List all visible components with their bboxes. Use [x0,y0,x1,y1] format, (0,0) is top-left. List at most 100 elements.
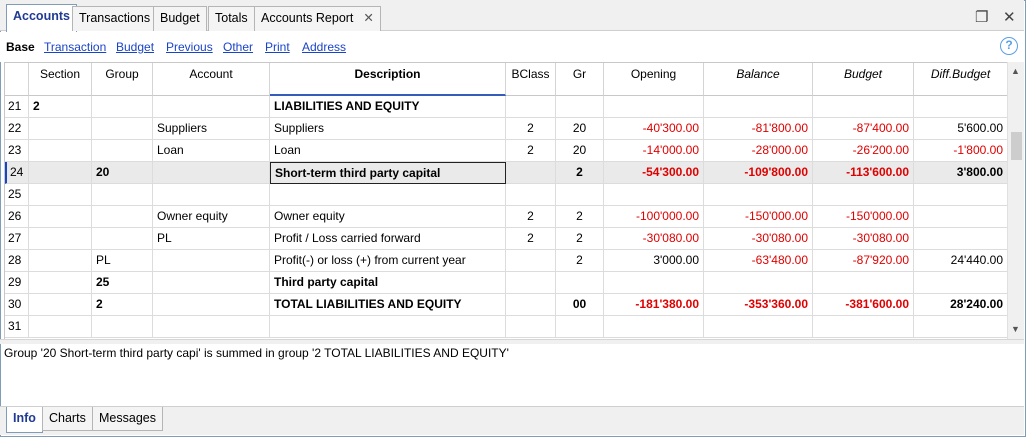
cell-opening[interactable]: -181'380.00 [604,294,704,316]
help-icon[interactable]: ? [1000,37,1018,55]
cell-desc[interactable]: Profit(-) or loss (+) from current year [270,250,506,272]
cell-section[interactable] [29,184,92,206]
cell-balance[interactable] [704,272,813,294]
cell-balance[interactable]: -353'360.00 [704,294,813,316]
cell-budget[interactable]: -150'000.00 [813,206,914,228]
cell-gr[interactable] [556,96,604,118]
cell-account[interactable] [153,162,270,184]
tab-messages[interactable]: Messages [92,407,163,431]
cell-bclass[interactable]: 2 [506,206,556,228]
cell-diff[interactable] [914,228,1007,250]
view-budget[interactable]: Budget [116,40,154,54]
cell-diff[interactable]: -1'800.00 [914,140,1007,162]
cell-group[interactable] [92,118,153,140]
cell-n[interactable]: 21 [5,96,29,118]
cell-desc[interactable]: Profit / Loss carried forward [270,228,506,250]
cell-section[interactable] [29,316,92,338]
cell-opening[interactable]: -40'300.00 [604,118,704,140]
cell-n[interactable]: 27 [5,228,29,250]
tab-charts[interactable]: Charts [42,407,93,431]
cell-budget[interactable]: -30'080.00 [813,228,914,250]
table-row[interactable]: 28 PL Profit(-) or loss (+) from current y… [5,250,1007,272]
cell-diff[interactable]: 28'240.00 [914,294,1007,316]
view-print[interactable]: Print [265,40,290,54]
cell-diff[interactable]: 5'600.00 [914,118,1007,140]
cell-balance[interactable] [704,316,813,338]
cell-account[interactable] [153,316,270,338]
column-header-opening[interactable]: Opening [604,63,704,96]
cell-budget[interactable] [813,272,914,294]
cell-balance[interactable]: -28'000.00 [704,140,813,162]
cell-account[interactable] [153,96,270,118]
scroll-thumb[interactable] [1011,132,1022,160]
cell-budget[interactable] [813,184,914,206]
cell-balance[interactable]: -109'800.00 [704,162,813,184]
table-row[interactable]: 21 2 LIABILITIES AND EQUITY [5,96,1007,118]
cell-bclass[interactable]: 2 [506,228,556,250]
view-transaction[interactable]: Transaction [44,40,106,54]
column-header-balance[interactable]: Balance [704,63,813,96]
cell-account[interactable] [153,272,270,294]
cell-diff[interactable] [914,96,1007,118]
cell-account[interactable]: PL [153,228,270,250]
view-previous[interactable]: Previous [166,40,213,54]
cell-account[interactable]: Loan [153,140,270,162]
cell-opening[interactable]: 3'000.00 [604,250,704,272]
cell-balance[interactable] [704,96,813,118]
cell-budget[interactable]: -87'400.00 [813,118,914,140]
table-row[interactable]: 31 [5,316,1007,338]
cell-budget[interactable]: -87'920.00 [813,250,914,272]
cell-gr[interactable]: 2 [556,162,604,184]
column-header-budget[interactable]: Budget [813,63,914,96]
cell-bclass[interactable]: 2 [506,118,556,140]
cell-bclass[interactable]: 2 [506,140,556,162]
tab-transactions[interactable]: Transactions [72,6,158,31]
cell-gr[interactable]: 2 [556,228,604,250]
cell-diff[interactable]: 3'800.00 [914,162,1007,184]
cell-n[interactable]: 26 [5,206,29,228]
cell-gr[interactable]: 20 [556,118,604,140]
cell-opening[interactable] [604,272,704,294]
cell-desc[interactable]: TOTAL LIABILITIES AND EQUITY [270,294,506,316]
column-header-section[interactable]: Section [29,63,92,96]
table-row[interactable]: 26 Owner equity Owner equity 2 2 -100'000.00-… [5,206,1007,228]
cell-n[interactable]: 28 [5,250,29,272]
cell-desc[interactable]: Third party capital [270,272,506,294]
panel-splitter[interactable] [0,339,1024,344]
cell-section[interactable] [29,162,92,184]
tab-totals[interactable]: Totals [208,6,255,31]
cell-section[interactable] [29,206,92,228]
cell-bclass[interactable] [506,250,556,272]
cell-budget[interactable] [813,96,914,118]
cell-n[interactable]: 30 [5,294,29,316]
column-header-diff-budget[interactable]: Diff.Budget [914,63,1007,96]
cell-diff[interactable] [914,316,1007,338]
table-row[interactable]: 24 20 Short-term third party capital 2 -54'3… [5,162,1007,184]
cell-gr[interactable]: 00 [556,294,604,316]
cell-n[interactable]: 25 [5,184,29,206]
vertical-scrollbar[interactable]: ▲ ▼ [1007,62,1024,339]
cell-section[interactable]: 2 [29,96,92,118]
cell-opening[interactable]: -100'000.00 [604,206,704,228]
restore-window-icon[interactable]: ❐ [975,8,988,26]
cell-balance[interactable]: -150'000.00 [704,206,813,228]
cell-gr[interactable]: 2 [556,206,604,228]
cell-n[interactable]: 29 [5,272,29,294]
cell-budget[interactable] [813,316,914,338]
cell-opening[interactable]: -54'300.00 [604,162,704,184]
cell-group[interactable] [92,96,153,118]
cell-gr[interactable] [556,272,604,294]
cell-gr[interactable] [556,184,604,206]
tab-accounts[interactable]: Accounts [6,4,77,32]
table-row[interactable]: 29 25 Third party capital [5,272,1007,294]
cell-desc[interactable]: LIABILITIES AND EQUITY [270,96,506,118]
cell-diff[interactable] [914,272,1007,294]
close-icon[interactable]: ✕ [1003,8,1016,26]
cell-desc[interactable] [270,184,506,206]
close-icon[interactable]: ✕ [363,11,373,25]
cell-group[interactable] [92,228,153,250]
cell-opening[interactable] [604,96,704,118]
column-header-description[interactable]: Description [270,63,506,96]
cell-section[interactable] [29,272,92,294]
cell-balance[interactable]: -81'800.00 [704,118,813,140]
